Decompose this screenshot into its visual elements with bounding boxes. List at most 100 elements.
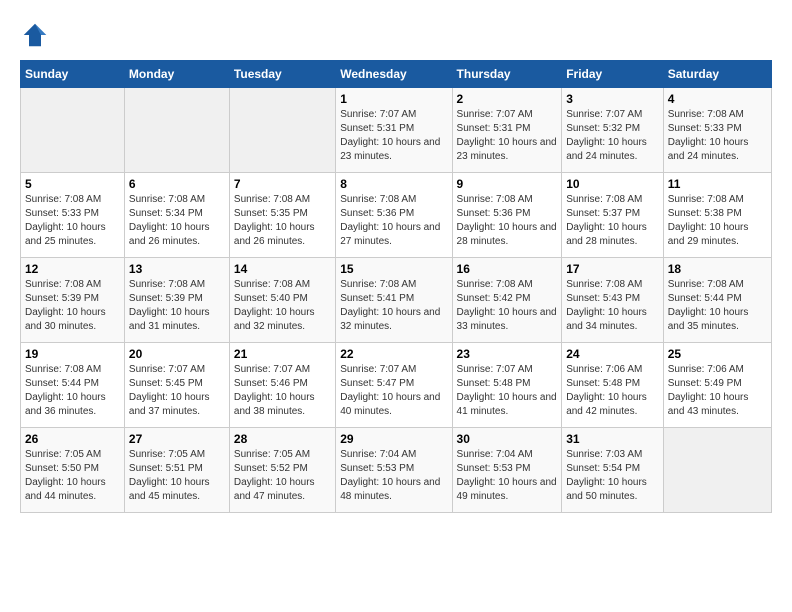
day-info: Sunrise: 7:06 AMSunset: 5:49 PMDaylight:…: [668, 363, 767, 419]
day-number: 12: [25, 262, 120, 276]
day-number: 5: [25, 177, 120, 191]
day-info: Sunrise: 7:03 AMSunset: 5:54 PMDaylight:…: [566, 448, 659, 504]
day-number: 11: [668, 177, 767, 191]
day-number: 25: [668, 347, 767, 361]
day-number: 29: [340, 432, 447, 446]
page-header: [20, 20, 772, 50]
calendar-week-row: 5 Sunrise: 7:08 AMSunset: 5:33 PMDaylight…: [21, 173, 772, 258]
calendar-cell: [229, 88, 335, 173]
calendar-week-row: 1 Sunrise: 7:07 AMSunset: 5:31 PMDaylight…: [21, 88, 772, 173]
day-header-thursday: Thursday: [452, 61, 562, 88]
calendar-cell: 10Sunrise: 7:08 AMSunset: 5:37 PMDayligh…: [562, 173, 664, 258]
day-number: 15: [340, 262, 447, 276]
logo-icon: [20, 20, 50, 50]
day-header-wednesday: Wednesday: [336, 61, 452, 88]
day-number: 31: [566, 432, 659, 446]
day-header-monday: Monday: [124, 61, 229, 88]
calendar-cell: 21 Sunrise: 7:07 AMSunset: 5:46 PMDayligh…: [229, 343, 335, 428]
calendar-cell: 13 Sunrise: 7:08 AMSunset: 5:39 PMDayligh…: [124, 258, 229, 343]
day-info: Sunrise: 7:05 AMSunset: 5:52 PMDaylight:…: [234, 448, 331, 504]
day-info: Sunrise: 7:08 AMSunset: 5:41 PMDaylight:…: [340, 278, 447, 334]
day-number: 13: [129, 262, 225, 276]
calendar-week-row: 19 Sunrise: 7:08 AMSunset: 5:44 PMDayligh…: [21, 343, 772, 428]
calendar-cell: 6 Sunrise: 7:08 AMSunset: 5:34 PMDaylight…: [124, 173, 229, 258]
calendar-cell: 16 Sunrise: 7:08 AMSunset: 5:42 PMDayligh…: [452, 258, 562, 343]
day-info: Sunrise: 7:08 AMSunset: 5:44 PMDaylight:…: [25, 363, 120, 419]
day-info: Sunrise: 7:08 AMSunset: 5:33 PMDaylight:…: [25, 193, 120, 249]
day-number: 3: [566, 92, 659, 106]
day-number: 30: [457, 432, 558, 446]
day-info: Sunrise: 7:04 AMSunset: 5:53 PMDaylight:…: [457, 448, 558, 504]
day-info: Sunrise: 7:05 AMSunset: 5:51 PMDaylight:…: [129, 448, 225, 504]
day-number: 24: [566, 347, 659, 361]
calendar-cell: 15 Sunrise: 7:08 AMSunset: 5:41 PMDayligh…: [336, 258, 452, 343]
day-number: 23: [457, 347, 558, 361]
calendar-cell: [663, 428, 771, 513]
calendar-cell: 23Sunrise: 7:07 AMSunset: 5:48 PMDayligh…: [452, 343, 562, 428]
day-info: Sunrise: 7:08 AMSunset: 5:36 PMDaylight:…: [457, 193, 558, 249]
day-number: 20: [129, 347, 225, 361]
day-number: 27: [129, 432, 225, 446]
day-info: Sunrise: 7:08 AMSunset: 5:43 PMDaylight:…: [566, 278, 659, 334]
calendar-cell: 27 Sunrise: 7:05 AMSunset: 5:51 PMDayligh…: [124, 428, 229, 513]
day-info: Sunrise: 7:08 AMSunset: 5:44 PMDaylight:…: [668, 278, 767, 334]
calendar-cell: 1 Sunrise: 7:07 AMSunset: 5:31 PMDaylight…: [336, 88, 452, 173]
day-number: 9: [457, 177, 558, 191]
calendar-cell: 18 Sunrise: 7:08 AMSunset: 5:44 PMDayligh…: [663, 258, 771, 343]
day-number: 18: [668, 262, 767, 276]
day-number: 6: [129, 177, 225, 191]
day-info: Sunrise: 7:08 AMSunset: 5:40 PMDaylight:…: [234, 278, 331, 334]
day-number: 19: [25, 347, 120, 361]
day-info: Sunrise: 7:07 AMSunset: 5:47 PMDaylight:…: [340, 363, 447, 419]
day-number: 21: [234, 347, 331, 361]
calendar-cell: 22 Sunrise: 7:07 AMSunset: 5:47 PMDayligh…: [336, 343, 452, 428]
day-number: 1: [340, 92, 447, 106]
calendar-week-row: 12 Sunrise: 7:08 AMSunset: 5:39 PMDayligh…: [21, 258, 772, 343]
calendar-header-row: SundayMondayTuesdayWednesdayThursdayFrid…: [21, 61, 772, 88]
day-info: Sunrise: 7:08 AMSunset: 5:39 PMDaylight:…: [25, 278, 120, 334]
day-info: Sunrise: 7:06 AMSunset: 5:48 PMDaylight:…: [566, 363, 659, 419]
calendar-cell: 31 Sunrise: 7:03 AMSunset: 5:54 PMDayligh…: [562, 428, 664, 513]
day-number: 26: [25, 432, 120, 446]
calendar-cell: 9 Sunrise: 7:08 AMSunset: 5:36 PMDaylight…: [452, 173, 562, 258]
day-number: 4: [668, 92, 767, 106]
day-info: Sunrise: 7:07 AMSunset: 5:46 PMDaylight:…: [234, 363, 331, 419]
day-info: Sunrise: 7:07 AMSunset: 5:31 PMDaylight:…: [457, 108, 558, 164]
day-info: Sunrise: 7:08 AMSunset: 5:42 PMDaylight:…: [457, 278, 558, 334]
day-info: Sunrise: 7:08 AMSunset: 5:37 PMDaylight:…: [566, 193, 659, 249]
calendar-cell: 12 Sunrise: 7:08 AMSunset: 5:39 PMDayligh…: [21, 258, 125, 343]
day-number: 17: [566, 262, 659, 276]
day-info: Sunrise: 7:05 AMSunset: 5:50 PMDaylight:…: [25, 448, 120, 504]
calendar-cell: 19 Sunrise: 7:08 AMSunset: 5:44 PMDayligh…: [21, 343, 125, 428]
calendar-cell: 11 Sunrise: 7:08 AMSunset: 5:38 PMDayligh…: [663, 173, 771, 258]
day-number: 16: [457, 262, 558, 276]
day-header-tuesday: Tuesday: [229, 61, 335, 88]
day-info: Sunrise: 7:07 AMSunset: 5:32 PMDaylight:…: [566, 108, 659, 164]
calendar-table: SundayMondayTuesdayWednesdayThursdayFrid…: [20, 60, 772, 513]
day-number: 14: [234, 262, 331, 276]
calendar-cell: 29Sunrise: 7:04 AMSunset: 5:53 PMDayligh…: [336, 428, 452, 513]
calendar-cell: 2 Sunrise: 7:07 AMSunset: 5:31 PMDaylight…: [452, 88, 562, 173]
calendar-cell: 28 Sunrise: 7:05 AMSunset: 5:52 PMDayligh…: [229, 428, 335, 513]
calendar-cell: 5 Sunrise: 7:08 AMSunset: 5:33 PMDaylight…: [21, 173, 125, 258]
day-header-saturday: Saturday: [663, 61, 771, 88]
calendar-cell: 8 Sunrise: 7:08 AMSunset: 5:36 PMDaylight…: [336, 173, 452, 258]
day-info: Sunrise: 7:08 AMSunset: 5:39 PMDaylight:…: [129, 278, 225, 334]
day-number: 7: [234, 177, 331, 191]
calendar-cell: 14 Sunrise: 7:08 AMSunset: 5:40 PMDayligh…: [229, 258, 335, 343]
day-header-friday: Friday: [562, 61, 664, 88]
calendar-cell: 20Sunrise: 7:07 AMSunset: 5:45 PMDayligh…: [124, 343, 229, 428]
day-number: 28: [234, 432, 331, 446]
calendar-cell: 24 Sunrise: 7:06 AMSunset: 5:48 PMDayligh…: [562, 343, 664, 428]
calendar-cell: 25 Sunrise: 7:06 AMSunset: 5:49 PMDayligh…: [663, 343, 771, 428]
day-number: 2: [457, 92, 558, 106]
calendar-cell: 4Sunrise: 7:08 AMSunset: 5:33 PMDaylight…: [663, 88, 771, 173]
calendar-cell: 7Sunrise: 7:08 AMSunset: 5:35 PMDaylight…: [229, 173, 335, 258]
day-info: Sunrise: 7:08 AMSunset: 5:36 PMDaylight:…: [340, 193, 447, 249]
day-info: Sunrise: 7:07 AMSunset: 5:31 PMDaylight:…: [340, 108, 447, 164]
day-info: Sunrise: 7:08 AMSunset: 5:34 PMDaylight:…: [129, 193, 225, 249]
calendar-week-row: 26 Sunrise: 7:05 AMSunset: 5:50 PMDayligh…: [21, 428, 772, 513]
day-info: Sunrise: 7:08 AMSunset: 5:38 PMDaylight:…: [668, 193, 767, 249]
day-number: 22: [340, 347, 447, 361]
day-number: 8: [340, 177, 447, 191]
